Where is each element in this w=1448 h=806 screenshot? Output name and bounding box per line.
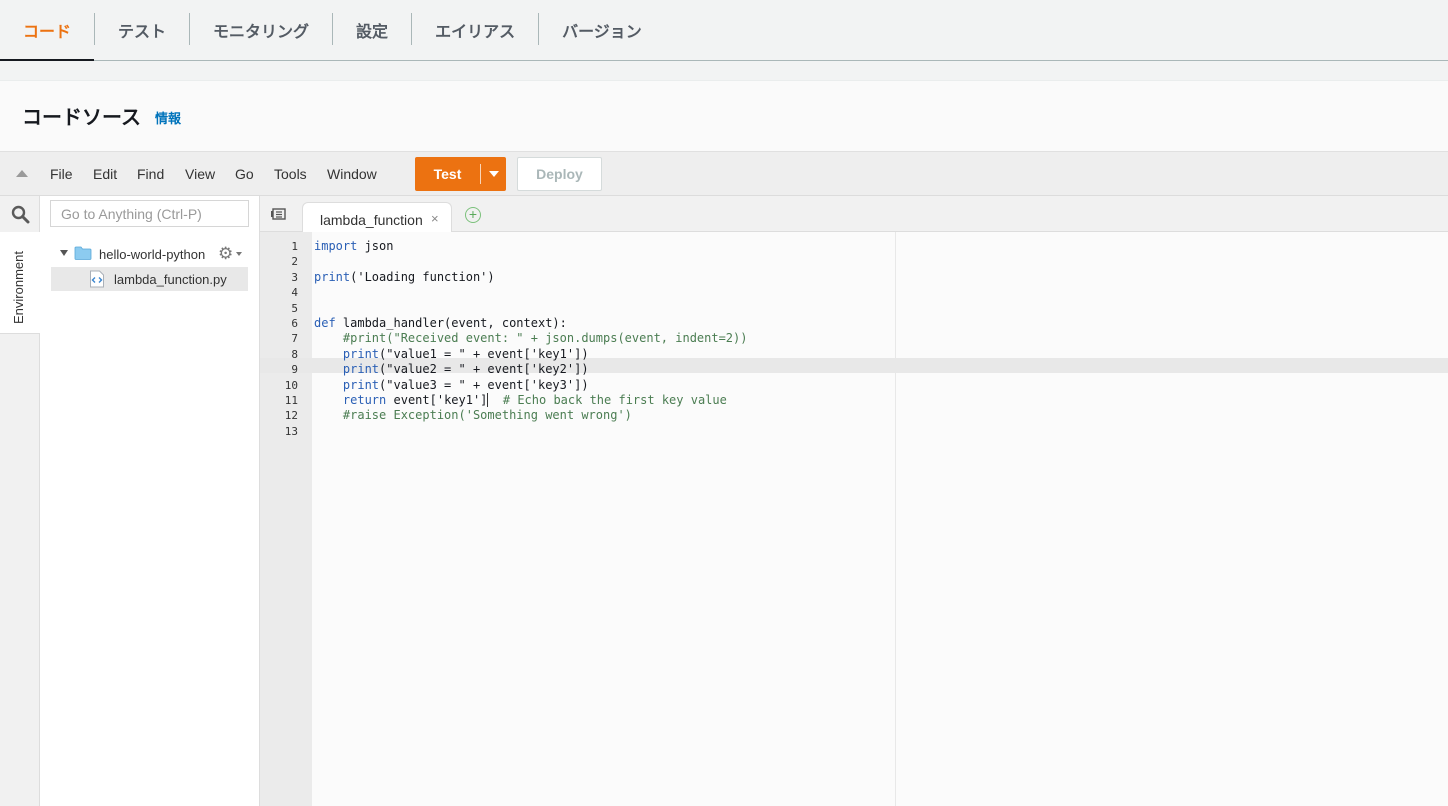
- environment-tab-label: Environment: [11, 251, 26, 324]
- deploy-button[interactable]: Deploy: [517, 157, 602, 191]
- editor-tab-lambda-function[interactable]: lambda_function ×: [302, 202, 452, 233]
- search-button[interactable]: [0, 196, 40, 232]
- editor-tab-label: lambda_function: [320, 212, 423, 228]
- print-margin: [895, 232, 896, 806]
- line-number: 1: [291, 240, 298, 253]
- menu-go[interactable]: Go: [235, 166, 254, 182]
- tab-versions-label: バージョン: [562, 22, 642, 41]
- folder-icon: [74, 246, 92, 260]
- expand-arrow-icon[interactable]: [60, 250, 68, 256]
- editor-tab-bar: lambda_function × +: [260, 196, 1448, 233]
- tab-monitoring[interactable]: モニタリング: [190, 0, 332, 60]
- menu-edit[interactable]: Edit: [93, 166, 117, 182]
- ide-menu-bar: File Edit Find View Go Tools Window Test…: [0, 151, 1448, 196]
- code-line: #print("Received event: " + json.dumps(e…: [342, 331, 748, 345]
- menu-view[interactable]: View: [185, 166, 215, 182]
- environment-tab[interactable]: Environment: [0, 232, 40, 334]
- line-number: 9: [291, 363, 298, 376]
- test-button-divider: [480, 164, 481, 184]
- tree-file-lambda-function[interactable]: lambda_function.py: [51, 267, 248, 291]
- tab-list-icon[interactable]: [271, 208, 286, 220]
- tab-test[interactable]: テスト: [95, 0, 189, 60]
- info-link[interactable]: 情報: [155, 108, 181, 127]
- code-line: print("value2 = " + event['key2']): [342, 362, 589, 376]
- chevron-down-icon[interactable]: [236, 252, 242, 256]
- tab-code-label: コード: [23, 22, 72, 41]
- line-number: 13: [284, 425, 298, 438]
- code-line: print("value1 = " + event['key1']): [342, 347, 589, 361]
- tab-settings[interactable]: 設定: [333, 0, 411, 60]
- caret-down-icon: [488, 171, 499, 177]
- tree-folder-hello-world-python[interactable]: hello-world-python ⚙: [40, 244, 260, 266]
- code-file-icon: [90, 270, 104, 288]
- line-number: 2: [291, 255, 298, 268]
- tab-settings-label: 設定: [356, 22, 389, 41]
- file-name: lambda_function.py: [114, 272, 227, 287]
- tab-aliases-label: エイリアス: [435, 22, 516, 41]
- tab-monitoring-label: モニタリング: [213, 22, 310, 41]
- top-tab-bar: コード テスト モニタリング 設定 エイリアス バージョン: [0, 0, 1448, 61]
- code-line: print('Loading function'): [314, 270, 495, 284]
- code-line: import json: [314, 239, 394, 253]
- close-icon[interactable]: ×: [431, 211, 439, 226]
- code-line: #raise Exception('Something went wrong'): [342, 408, 632, 422]
- folder-name: hello-world-python: [99, 247, 206, 262]
- test-button[interactable]: Test: [415, 157, 506, 191]
- line-number: 8: [291, 348, 298, 361]
- add-tab-icon[interactable]: +: [465, 207, 481, 223]
- search-icon: [11, 205, 29, 223]
- code-line: print("value3 = " + event['key3']): [342, 378, 589, 392]
- code-line: def lambda_handler(event, context):: [314, 316, 567, 330]
- tab-aliases[interactable]: エイリアス: [412, 0, 538, 60]
- go-to-anything-input[interactable]: [50, 200, 249, 227]
- code-line: return event['key1'] # Echo back the fir…: [342, 393, 727, 407]
- menu-find[interactable]: Find: [137, 166, 164, 182]
- text-cursor: [487, 393, 489, 407]
- file-tree-panel: hello-world-python ⚙ lambda_function.py: [40, 196, 260, 806]
- tab-versions[interactable]: バージョン: [539, 0, 665, 60]
- line-number: 4: [291, 286, 298, 299]
- line-number: 5: [291, 302, 298, 315]
- menu-file[interactable]: File: [50, 166, 73, 182]
- ide-workspace: Environment hello-world-python ⚙: [0, 196, 1448, 806]
- tab-test-label: テスト: [118, 22, 167, 41]
- gear-icon[interactable]: ⚙: [218, 245, 233, 263]
- test-dropdown-button[interactable]: [481, 157, 506, 191]
- line-number: 12: [284, 409, 298, 422]
- line-number: 3: [291, 271, 298, 284]
- collapse-triangle-icon[interactable]: [16, 170, 28, 177]
- test-button-label: Test: [433, 166, 462, 182]
- line-number: 7: [291, 332, 298, 345]
- tab-code[interactable]: コード: [0, 0, 95, 61]
- code-source-panel: コードソース 情報 File Edit Find View Go Tools W…: [0, 80, 1448, 806]
- page-title: コードソース: [22, 105, 141, 129]
- line-number: 6: [291, 317, 298, 330]
- line-number: 11: [284, 394, 298, 407]
- menu-tools[interactable]: Tools: [274, 166, 307, 182]
- menu-window[interactable]: Window: [327, 166, 377, 182]
- side-panel-strip: Environment: [0, 196, 40, 806]
- line-number: 10: [284, 379, 298, 392]
